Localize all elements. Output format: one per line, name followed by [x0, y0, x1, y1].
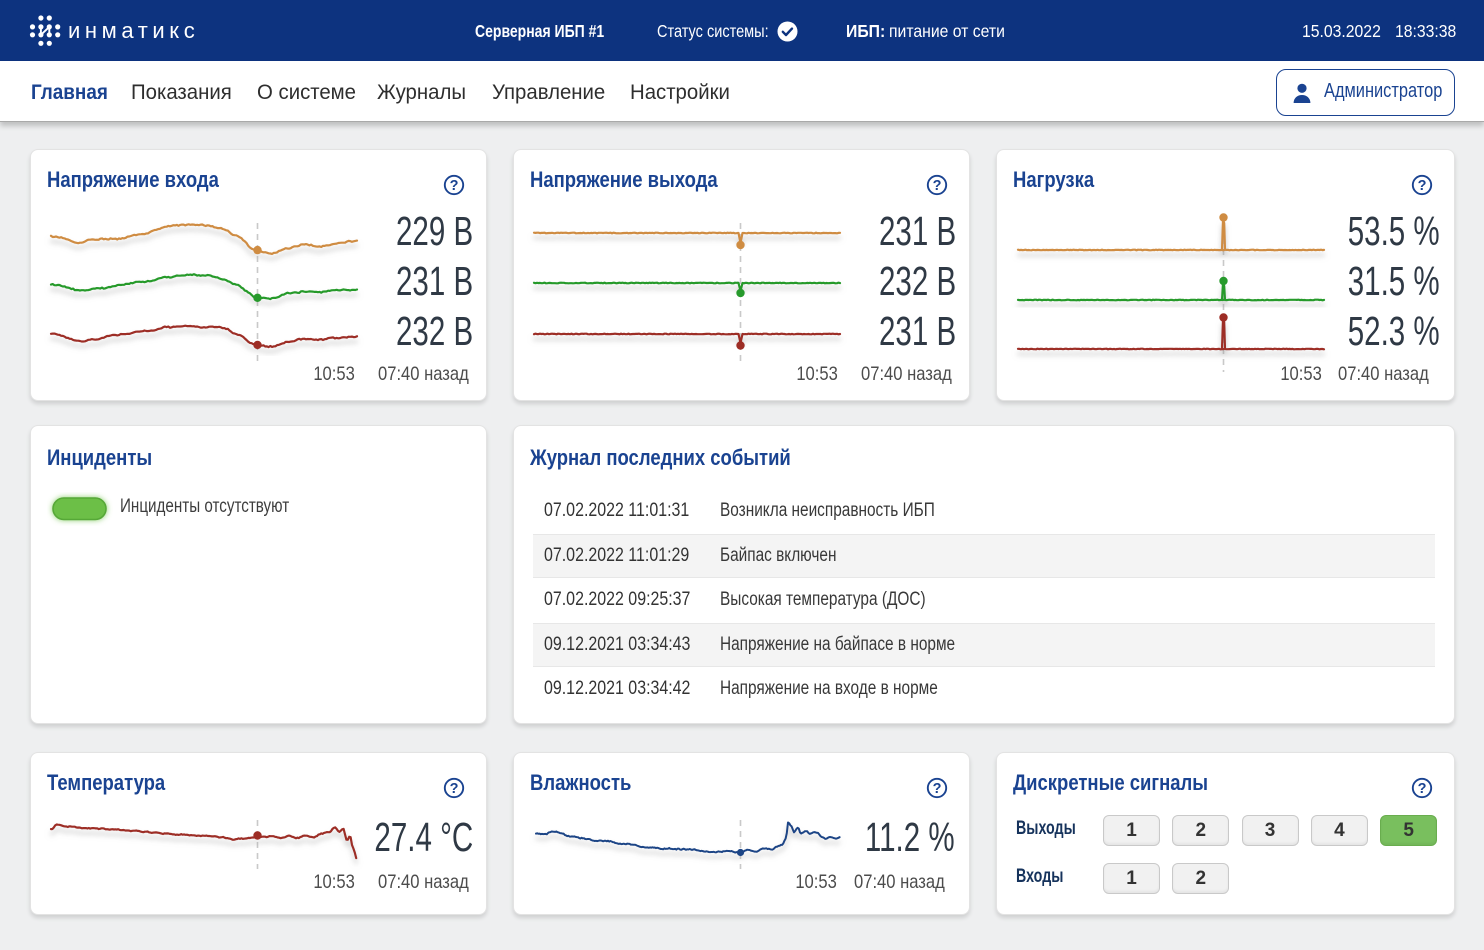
svg-text:?: ?	[1418, 781, 1427, 797]
